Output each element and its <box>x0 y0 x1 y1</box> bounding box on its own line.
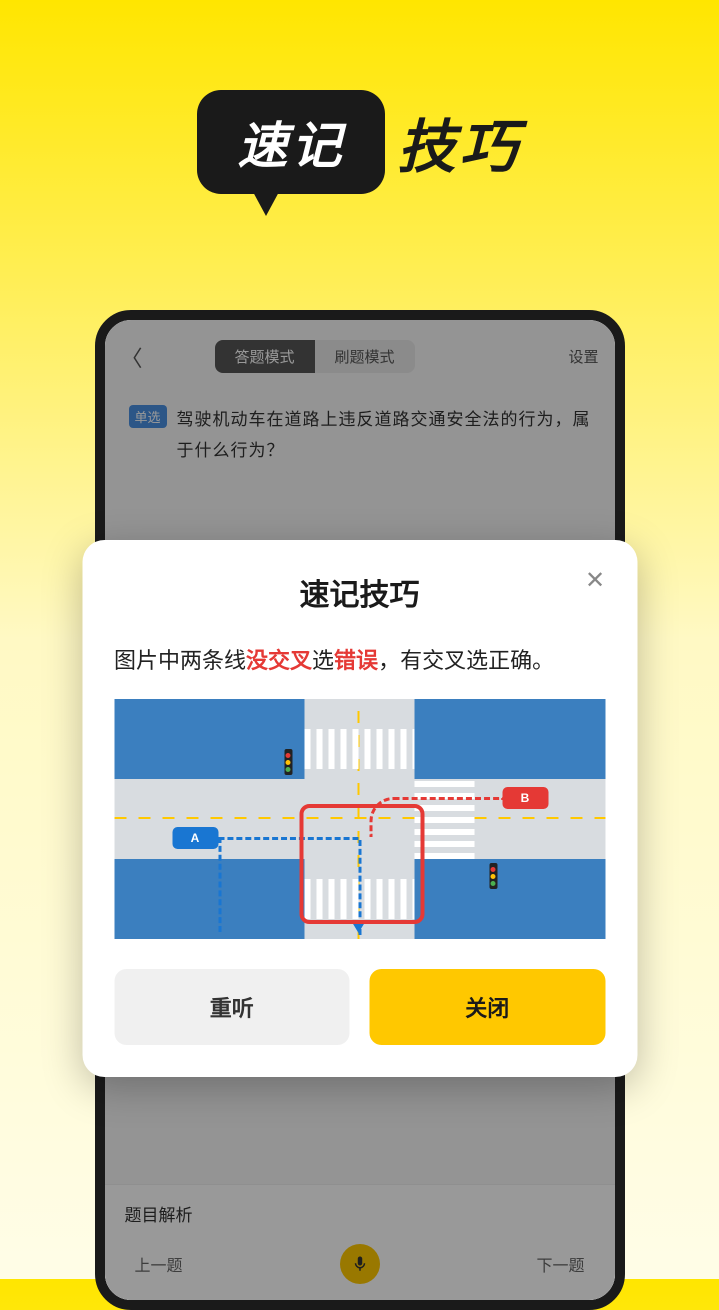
tip-text: 图片中两条线没交叉选错误，有交叉选正确。 <box>114 642 605 679</box>
car-b: B <box>502 787 548 809</box>
traffic-light-icon <box>489 863 497 889</box>
tip-suffix: 正确。 <box>488 648 554 673</box>
car-a: A <box>172 827 218 849</box>
traffic-light-icon <box>284 749 292 775</box>
car-b-label: B <box>521 791 530 805</box>
highlight-box <box>299 804 424 924</box>
tip-mid2: ，有交叉选 <box>378 648 488 673</box>
crosswalk-top <box>304 729 414 769</box>
hero-right-text: 技巧 <box>397 100 521 184</box>
intersection-diagram: A B <box>114 699 605 939</box>
modal-buttons: 重听 关闭 <box>114 969 605 1045</box>
modal-header: 速记技巧 ✕ <box>114 570 605 614</box>
hero-title: 速记 技巧 <box>0 0 719 194</box>
car-a-label: A <box>191 831 200 845</box>
arrow-down-icon <box>352 923 364 933</box>
tip-red1: 没交叉 <box>246 648 312 673</box>
tip-prefix: 图片中两条线 <box>114 648 246 673</box>
tip-mid1: 选 <box>312 648 334 673</box>
close-button[interactable]: ✕ <box>579 564 611 596</box>
replay-button[interactable]: 重听 <box>114 969 350 1045</box>
bubble-text: 速记 <box>237 106 345 178</box>
close-modal-button[interactable]: 关闭 <box>370 969 606 1045</box>
speech-bubble: 速记 <box>197 90 385 194</box>
tip-modal: 速记技巧 ✕ 图片中两条线没交叉选错误，有交叉选正确。 A B 重听 关闭 <box>82 540 637 1077</box>
close-icon: ✕ <box>585 566 605 595</box>
modal-title: 速记技巧 <box>300 579 420 612</box>
tip-red2: 错误 <box>334 648 378 673</box>
